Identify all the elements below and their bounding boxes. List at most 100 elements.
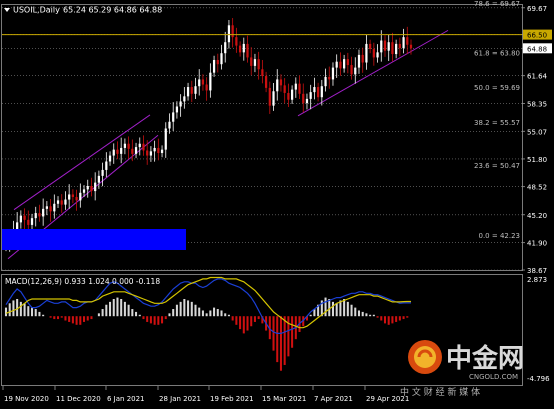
fib-level-label: 50.0 = 59.69 bbox=[474, 84, 520, 92]
candle-body bbox=[395, 43, 398, 55]
candle-body bbox=[328, 76, 331, 80]
candle-body bbox=[164, 128, 167, 150]
candle-body bbox=[346, 59, 349, 66]
candle-body bbox=[357, 54, 361, 68]
candle-body bbox=[313, 87, 316, 93]
candle-body bbox=[331, 67, 335, 80]
x-tick-label: 19 Nov 2020 bbox=[4, 395, 49, 403]
candle-body bbox=[86, 186, 89, 190]
candle-body bbox=[116, 149, 119, 154]
candle-body bbox=[16, 222, 19, 230]
y-tick-label: 64.88 bbox=[527, 45, 547, 53]
fib-level-label: 23.6 = 50.47 bbox=[474, 162, 520, 170]
candle-body bbox=[253, 59, 257, 66]
candle-body bbox=[298, 83, 301, 94]
candle-body bbox=[305, 98, 309, 104]
candle-body bbox=[160, 149, 164, 154]
candle-body bbox=[250, 57, 253, 66]
candle-body bbox=[365, 43, 368, 63]
candle-body bbox=[82, 189, 86, 193]
watermark-tagline: 中 文 财 经 新 媒 体 bbox=[400, 386, 480, 398]
candle-body bbox=[27, 219, 30, 225]
candle-body bbox=[30, 218, 34, 225]
candle-body bbox=[354, 67, 357, 75]
candle-body bbox=[179, 101, 182, 107]
candle-body bbox=[138, 143, 141, 148]
candle-body bbox=[53, 203, 56, 212]
trading-chart[interactable]: 78.6 = 69.67 61.8 = 63.80 50.0 = 59.69 38.2… bbox=[0, 0, 554, 409]
symbol-label: USOIL,Daily bbox=[13, 6, 60, 15]
candle-body bbox=[64, 199, 67, 205]
candle-body bbox=[19, 215, 22, 223]
macd-y-label: 2.873 bbox=[527, 276, 547, 284]
candle-body bbox=[34, 213, 37, 219]
candle-body bbox=[220, 53, 223, 65]
candle-body bbox=[172, 112, 175, 122]
candle-body bbox=[186, 87, 190, 97]
x-tick-label: 19 Feb 2021 bbox=[210, 395, 254, 403]
candle-body bbox=[127, 143, 130, 149]
candle-body bbox=[79, 192, 82, 201]
candle-body bbox=[23, 215, 26, 220]
fib-level-label: 0.0 = 42.23 bbox=[479, 232, 521, 240]
candle-body bbox=[201, 79, 205, 85]
candle-body bbox=[153, 147, 156, 152]
candle-body bbox=[75, 197, 78, 201]
candle-body bbox=[168, 121, 171, 129]
candle-body bbox=[238, 45, 242, 53]
ohlc-readout: 65.24 65.29 64.86 64.88 bbox=[63, 6, 162, 15]
candle-body bbox=[94, 182, 97, 192]
candle-body bbox=[350, 65, 353, 75]
y-tick-label: 38.67 bbox=[527, 267, 547, 275]
candle-body bbox=[131, 148, 134, 154]
x-tick-label: 28 Jan 2021 bbox=[159, 395, 201, 403]
candle-body bbox=[324, 76, 327, 87]
candle-body bbox=[216, 59, 219, 65]
candle-body bbox=[105, 161, 108, 170]
candle-body bbox=[146, 150, 149, 156]
x-tick-label: 6 Jan 2021 bbox=[107, 395, 145, 403]
candle-body bbox=[272, 91, 275, 106]
candle-body bbox=[406, 37, 409, 45]
candle-body bbox=[335, 61, 338, 68]
candle-body bbox=[227, 25, 231, 43]
y-tick-label: 61.64 bbox=[527, 73, 548, 81]
candle-body bbox=[209, 72, 212, 91]
candle-body bbox=[257, 59, 260, 70]
candle-body bbox=[235, 37, 238, 46]
candle-body bbox=[309, 92, 312, 99]
candle-body bbox=[372, 48, 375, 58]
watermark-brand: 中金网 bbox=[446, 343, 524, 374]
candle-body bbox=[376, 52, 379, 58]
candle-body bbox=[101, 169, 104, 176]
y-tick-label: 45.20 bbox=[527, 212, 547, 220]
candle-body bbox=[290, 89, 294, 100]
candle-body bbox=[224, 42, 227, 54]
macd-label: MACD(12,26,9) 0.933 1.024 0.000 -0.118 bbox=[5, 277, 160, 286]
y-tick-label: 48.52 bbox=[527, 184, 547, 192]
candle-body bbox=[320, 86, 323, 98]
candle-body bbox=[90, 186, 93, 192]
candle-body bbox=[97, 175, 101, 183]
candle-body bbox=[108, 155, 112, 162]
symbol-header: USOIL,Daily 65.24 65.29 64.86 64.88 bbox=[4, 6, 162, 15]
y-tick-label: 69.67 bbox=[527, 5, 547, 13]
candle-body bbox=[175, 106, 179, 113]
fib-level-label: 78.6 = 69.67 bbox=[474, 0, 520, 8]
candle-body bbox=[302, 93, 305, 104]
demand-zone bbox=[2, 229, 186, 250]
candle-body bbox=[391, 42, 394, 55]
x-tick-label: 7 Apr 2021 bbox=[314, 395, 353, 403]
y-tick-label: 66.50 bbox=[527, 32, 547, 40]
candle-body bbox=[369, 43, 372, 49]
candle-body bbox=[268, 87, 271, 106]
candle-body bbox=[276, 79, 279, 92]
fib-level-label: 38.2 = 55.57 bbox=[474, 119, 520, 127]
candle-body bbox=[56, 200, 60, 204]
y-tick-label: 55.07 bbox=[527, 128, 547, 136]
candle-body bbox=[149, 151, 153, 156]
candle-body bbox=[361, 54, 364, 63]
candle-body bbox=[49, 206, 52, 212]
candle-body bbox=[242, 43, 245, 53]
candle-body bbox=[343, 59, 346, 69]
